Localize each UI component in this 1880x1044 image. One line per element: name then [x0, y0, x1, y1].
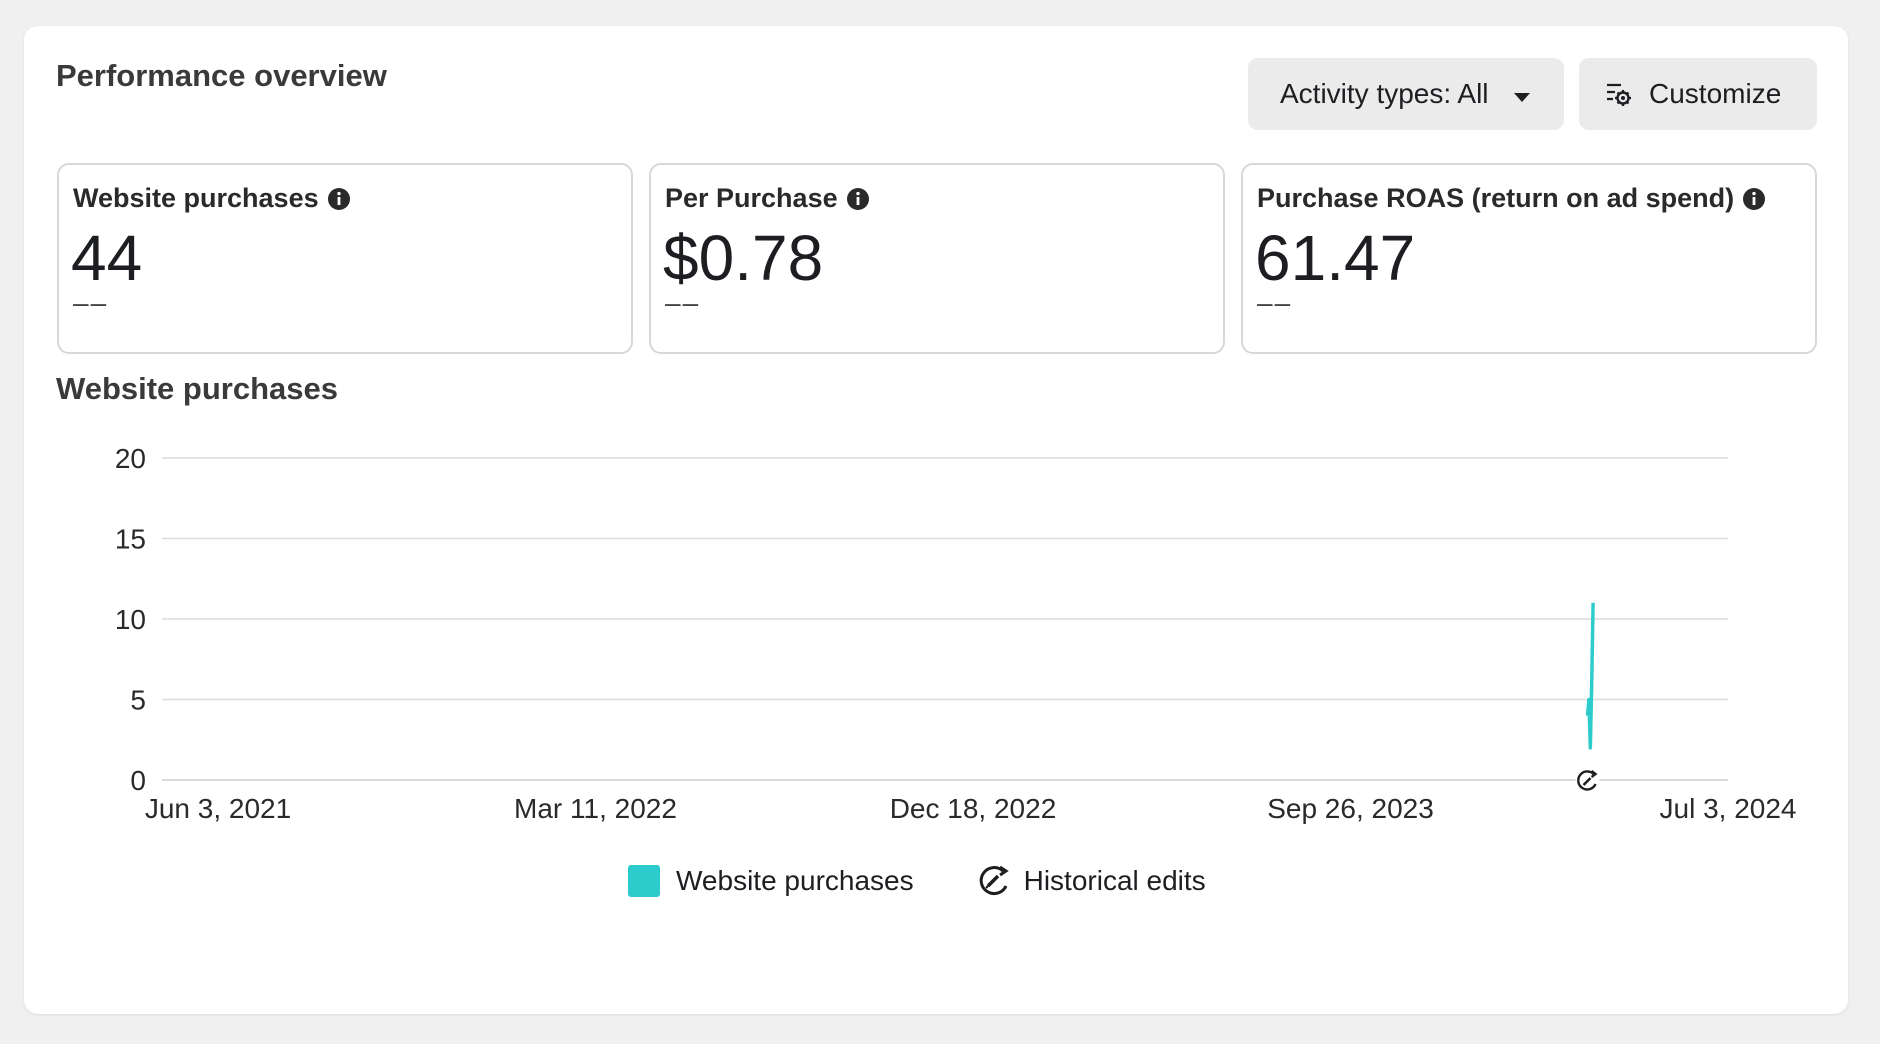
x-tick-label: Dec 18, 2022: [890, 793, 1057, 824]
legend-item-website-purchases[interactable]: Website purchases: [628, 865, 914, 897]
performance-overview-card: Performance overview Activity types: All…: [24, 26, 1848, 1014]
y-tick-label: 10: [115, 604, 146, 635]
x-tick-label: Jul 3, 2024: [1660, 793, 1797, 824]
historical-edit-icon: [976, 864, 1012, 898]
chart-legend: Website purchases Historical edits: [628, 864, 1206, 898]
y-tick-label: 20: [115, 443, 146, 474]
y-tick-label: 0: [130, 765, 146, 796]
series-line-website-purchases: [1585, 602, 1595, 750]
y-tick-label: 5: [130, 685, 146, 716]
x-tick-label: Sep 26, 2023: [1267, 793, 1434, 824]
legend-label: Website purchases: [676, 865, 914, 896]
x-tick-label: Mar 11, 2022: [514, 793, 677, 824]
historical-edit-marker-icon[interactable]: [1575, 769, 1600, 793]
legend-swatch: [628, 865, 660, 897]
legend-item-historical-edits[interactable]: Historical edits: [976, 864, 1206, 898]
y-tick-label: 15: [115, 524, 146, 555]
x-tick-label: Jun 3, 2021: [145, 793, 291, 824]
legend-label: Historical edits: [1023, 865, 1206, 896]
